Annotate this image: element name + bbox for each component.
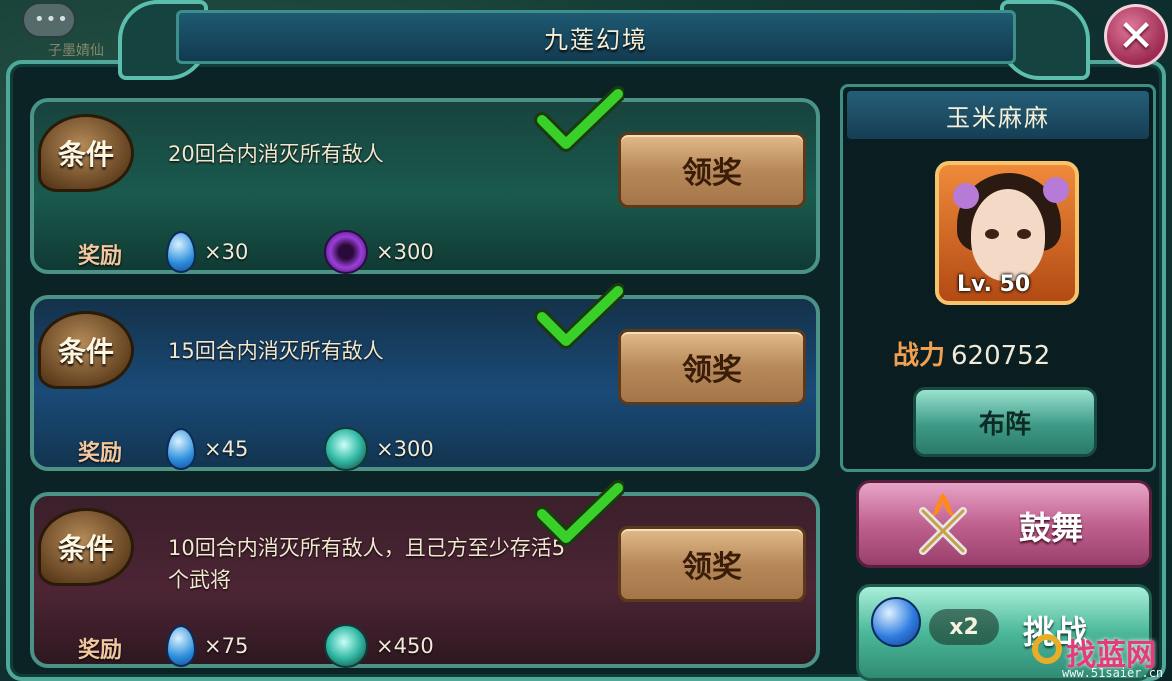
player-name: 玉米麻麻	[847, 91, 1149, 139]
inspire-label: 鼓舞	[1019, 509, 1084, 547]
condition-text: 15回合内消灭所有敌人	[168, 339, 384, 363]
chat-icon[interactable]	[22, 2, 76, 38]
claim-button[interactable]: 领奖	[618, 526, 806, 602]
window-title: 九莲幻境	[544, 25, 648, 54]
claim-button[interactable]: 领奖	[618, 132, 806, 208]
claim-button[interactable]: 领奖	[618, 329, 806, 405]
challenge-count: x2	[929, 609, 999, 645]
reward-item: ×45	[166, 425, 248, 473]
close-icon: ✕	[1117, 10, 1155, 62]
condition-text: 20回合内消灭所有敌人	[168, 142, 384, 166]
blue-drop-icon	[166, 231, 196, 273]
inspire-button[interactable]: 鼓舞	[856, 480, 1152, 568]
watermark: 找蓝网 www.51saier.cn	[1022, 628, 1172, 681]
title-bar: 九莲幻境	[176, 10, 1016, 64]
condition-text: 10回合内消灭所有敌人，且己方至少存活5个武将	[168, 536, 566, 592]
checkmark-icon	[534, 283, 624, 349]
blue-orb-icon	[871, 597, 921, 647]
close-button[interactable]: ✕	[1104, 4, 1168, 68]
task-panel-3: 条件 10回合内消灭所有敌人，且己方至少存活5个武将 领奖 奖励 ×75 ×45…	[30, 480, 820, 670]
formation-button[interactable]: 布阵	[913, 387, 1097, 457]
reward-label: 奖励	[78, 441, 123, 466]
player-avatar[interactable]: Lv. 50	[935, 161, 1079, 305]
reward-item: ×300	[324, 425, 434, 473]
reward-label: 奖励	[78, 244, 123, 269]
task-panel-1: 条件 20回合内消灭所有敌人 领奖 奖励 ×30 ×300	[30, 86, 820, 276]
blue-drop-icon	[166, 625, 196, 667]
task-panel-2: 条件 15回合内消灭所有敌人 领奖 奖励 ×45 ×300	[30, 283, 820, 473]
reward-qty: ×450	[376, 634, 434, 658]
reward-qty: ×45	[204, 437, 249, 461]
reward-label: 奖励	[78, 638, 123, 663]
condition-badge: 条件	[38, 114, 134, 192]
power-label: 战力	[893, 341, 946, 371]
player-level: Lv. 50	[957, 272, 1031, 297]
watermark-logo-icon	[1032, 634, 1062, 664]
reward-qty: ×300	[376, 437, 434, 461]
condition-badge: 条件	[38, 311, 134, 389]
purple-orb-icon	[324, 230, 368, 274]
power-value: 620752	[951, 341, 1051, 371]
condition-badge: 条件	[38, 508, 134, 586]
teal-orb-icon	[324, 624, 368, 668]
reward-item: ×450	[324, 622, 434, 670]
watermark-url: www.51saier.cn	[1062, 666, 1164, 680]
crossed-swords-icon	[919, 493, 967, 555]
reward-qty: ×300	[376, 240, 434, 264]
reward-item: ×300	[324, 228, 434, 276]
checkmark-icon	[534, 86, 624, 152]
checkmark-icon	[534, 480, 624, 546]
reward-qty: ×30	[204, 240, 249, 264]
player-panel: 玉米麻麻 Lv. 50 战力 620752 布阵	[840, 84, 1156, 472]
teal-orb-icon	[324, 427, 368, 471]
reward-item: ×75	[166, 622, 248, 670]
background-caption: 子墨婧仙	[48, 43, 104, 59]
blue-drop-icon	[166, 428, 196, 470]
power-display: 战力 620752	[893, 335, 1050, 372]
reward-item: ×30	[166, 228, 248, 276]
reward-qty: ×75	[204, 634, 249, 658]
